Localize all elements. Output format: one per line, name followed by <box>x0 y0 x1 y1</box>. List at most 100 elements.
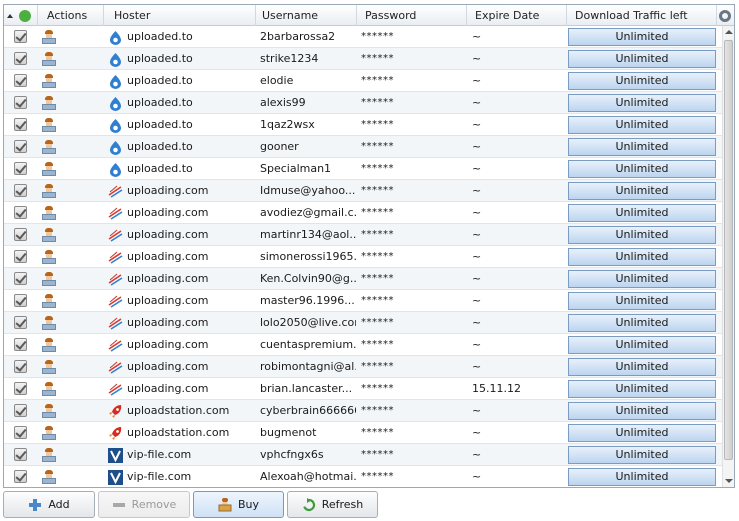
account-enabled-checkbox[interactable] <box>14 448 27 461</box>
password-cell[interactable]: ****** <box>361 334 394 356</box>
account-actions-icon[interactable] <box>42 448 56 462</box>
username-cell[interactable]: gooner <box>260 136 356 158</box>
table-row[interactable]: uploading.com brian.lancaster... ****** 15.… <box>4 378 722 400</box>
password-cell[interactable]: ****** <box>361 158 394 180</box>
account-enabled-checkbox[interactable] <box>14 118 27 131</box>
account-enabled-checkbox[interactable] <box>14 140 27 153</box>
account-enabled-checkbox[interactable] <box>14 74 27 87</box>
table-row[interactable]: uploaded.to Specialman1 ****** ~ Unlimited <box>4 158 722 180</box>
username-cell[interactable]: vphcfngx6s <box>260 444 356 466</box>
username-cell[interactable]: Ken.Colvin90@g... <box>260 268 356 290</box>
account-actions-icon[interactable] <box>42 338 56 352</box>
username-cell[interactable]: robimontagni@al... <box>260 356 356 378</box>
account-actions-icon[interactable] <box>42 140 56 154</box>
column-hoster[interactable]: Hoster <box>104 5 256 26</box>
password-cell[interactable]: ****** <box>361 400 394 422</box>
scroll-thumb[interactable] <box>724 40 733 460</box>
username-cell[interactable]: martinr134@aol.... <box>260 224 356 246</box>
add-button[interactable]: Add <box>3 491 95 518</box>
password-cell[interactable]: ****** <box>361 444 394 466</box>
password-cell[interactable]: ****** <box>361 26 394 48</box>
password-cell[interactable]: ****** <box>361 268 394 290</box>
table-row[interactable]: uploaded.to gooner ****** ~ Unlimited <box>4 136 722 158</box>
account-actions-icon[interactable] <box>42 382 56 396</box>
table-row[interactable]: uploaded.to elodie ****** ~ Unlimited <box>4 70 722 92</box>
username-cell[interactable]: 2barbarossa2 <box>260 26 356 48</box>
vertical-scrollbar[interactable] <box>722 26 734 487</box>
username-cell[interactable]: brian.lancaster... <box>260 378 356 400</box>
account-actions-icon[interactable] <box>42 272 56 286</box>
account-actions-icon[interactable] <box>42 52 56 66</box>
table-row[interactable]: uploading.com robimontagni@al... ****** ~ Un… <box>4 356 722 378</box>
username-cell[interactable]: bugmenot <box>260 422 356 444</box>
account-enabled-checkbox[interactable] <box>14 470 27 483</box>
username-cell[interactable]: cuentaspremium... <box>260 334 356 356</box>
password-cell[interactable]: ****** <box>361 466 394 487</box>
username-cell[interactable]: simonerossi1965... <box>260 246 356 268</box>
table-row[interactable]: vip-file.com Alexoah@hotmai... ****** ~ Unli… <box>4 466 722 487</box>
account-enabled-checkbox[interactable] <box>14 360 27 373</box>
refresh-button[interactable]: Refresh <box>287 491 378 518</box>
password-cell[interactable]: ****** <box>361 356 394 378</box>
column-expire-date[interactable]: Expire Date <box>467 5 567 26</box>
password-cell[interactable]: ****** <box>361 224 394 246</box>
password-cell[interactable]: ****** <box>361 246 394 268</box>
password-cell[interactable]: ****** <box>361 290 394 312</box>
table-row[interactable]: uploaded.to alexis99 ****** ~ Unlimited <box>4 92 722 114</box>
account-actions-icon[interactable] <box>42 426 56 440</box>
account-enabled-checkbox[interactable] <box>14 426 27 439</box>
column-actions[interactable]: Actions <box>38 5 104 26</box>
account-enabled-checkbox[interactable] <box>14 316 27 329</box>
username-cell[interactable]: Idmuse@yahoo.... <box>260 180 356 202</box>
table-row[interactable]: uploading.com Ken.Colvin90@g... ****** ~ Unl… <box>4 268 722 290</box>
table-row[interactable]: uploading.com cuentaspremium... ****** ~ Unl… <box>4 334 722 356</box>
account-enabled-checkbox[interactable] <box>14 382 27 395</box>
table-row[interactable]: uploading.com master96.1996... ****** ~ Unli… <box>4 290 722 312</box>
scroll-up-arrow-icon[interactable] <box>725 30 733 34</box>
column-username[interactable]: Username <box>256 5 357 26</box>
account-actions-icon[interactable] <box>42 404 56 418</box>
account-enabled-checkbox[interactable] <box>14 184 27 197</box>
table-row[interactable]: uploadstation.com bugmenot ****** ~ Unlimite… <box>4 422 722 444</box>
password-cell[interactable]: ****** <box>361 48 394 70</box>
password-cell[interactable]: ****** <box>361 180 394 202</box>
table-row[interactable]: uploaded.to 1qaz2wsx ****** ~ Unlimited <box>4 114 722 136</box>
account-actions-icon[interactable] <box>42 30 56 44</box>
account-actions-icon[interactable] <box>42 316 56 330</box>
account-actions-icon[interactable] <box>42 74 56 88</box>
account-enabled-checkbox[interactable] <box>14 338 27 351</box>
account-enabled-checkbox[interactable] <box>14 228 27 241</box>
table-row[interactable]: uploading.com lolo2050@live.com ****** ~ Unl… <box>4 312 722 334</box>
account-enabled-checkbox[interactable] <box>14 206 27 219</box>
account-enabled-checkbox[interactable] <box>14 404 27 417</box>
table-row[interactable]: uploaded.to strike1234 ****** ~ Unlimited <box>4 48 722 70</box>
column-password[interactable]: Password <box>357 5 467 26</box>
table-row[interactable]: uploaded.to 2barbarossa2 ****** ~ Unlimited <box>4 26 722 48</box>
table-row[interactable]: uploading.com Idmuse@yahoo.... ****** ~ Unli… <box>4 180 722 202</box>
table-row[interactable]: uploadstation.com cyberbrain666666 ****** ~… <box>4 400 722 422</box>
remove-button[interactable]: Remove <box>98 491 190 518</box>
column-settings[interactable] <box>717 5 734 26</box>
account-actions-icon[interactable] <box>42 118 56 132</box>
password-cell[interactable]: ****** <box>361 114 394 136</box>
account-actions-icon[interactable] <box>42 96 56 110</box>
table-row[interactable]: vip-file.com vphcfngx6s ****** ~ Unlimited <box>4 444 722 466</box>
account-enabled-checkbox[interactable] <box>14 52 27 65</box>
table-row[interactable]: uploading.com avodiez@gmail.c... ****** ~ Un… <box>4 202 722 224</box>
account-actions-icon[interactable] <box>42 470 56 484</box>
password-cell[interactable]: ****** <box>361 92 394 114</box>
account-actions-icon[interactable] <box>42 162 56 176</box>
table-row[interactable]: uploading.com martinr134@aol.... ****** ~ Un… <box>4 224 722 246</box>
account-actions-icon[interactable] <box>42 250 56 264</box>
username-cell[interactable]: Alexoah@hotmai... <box>260 466 356 487</box>
column-download-traffic[interactable]: Download Traffic left <box>567 5 717 26</box>
password-cell[interactable]: ****** <box>361 312 394 334</box>
password-cell[interactable]: ****** <box>361 378 394 400</box>
account-enabled-checkbox[interactable] <box>14 250 27 263</box>
account-enabled-checkbox[interactable] <box>14 162 27 175</box>
select-all-header[interactable] <box>4 5 38 26</box>
table-row[interactable]: uploading.com simonerossi1965... ****** ~ Un… <box>4 246 722 268</box>
username-cell[interactable]: Specialman1 <box>260 158 356 180</box>
username-cell[interactable]: master96.1996... <box>260 290 356 312</box>
buy-button[interactable]: Buy <box>193 491 284 518</box>
